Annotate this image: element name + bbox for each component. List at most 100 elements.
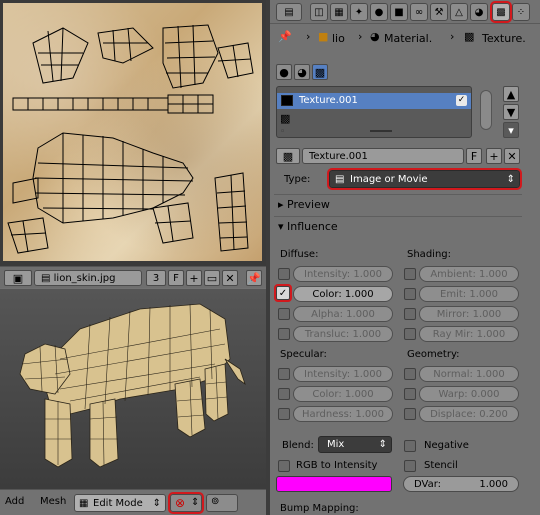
- resize-grip-icon[interactable]: ◦: [280, 127, 285, 137]
- mode-selector[interactable]: ▦ Edit Mode ⇕: [74, 494, 166, 512]
- geometry-displace-field[interactable]: Displace: 0.200: [419, 406, 519, 422]
- image-name-field[interactable]: ▤ lion_skin.jpg: [34, 270, 142, 286]
- editor-type-menu[interactable]: ▤: [276, 3, 302, 21]
- tab-texture[interactable]: ▩: [490, 1, 512, 23]
- scene-icon: ✦: [354, 7, 364, 18]
- other-texture-button[interactable]: ▩: [312, 64, 328, 80]
- menu-mesh[interactable]: Mesh: [40, 496, 66, 507]
- viewport-shading-button[interactable]: ⊗ ⇕: [168, 492, 204, 514]
- diffuse-intensity-checkbox[interactable]: [278, 268, 290, 280]
- mesh-data-icon: △: [455, 7, 463, 18]
- shading-raymir-checkbox[interactable]: [404, 328, 416, 340]
- stencil-checkbox[interactable]: [404, 460, 416, 472]
- shading-raymir-field[interactable]: Ray Mir: 1.000: [419, 326, 519, 342]
- diffuse-transluc-field[interactable]: Transluc: 1.000: [293, 326, 393, 342]
- geometry-normal-checkbox[interactable]: [404, 368, 416, 380]
- shading-ambient-field[interactable]: Ambient: 1.000: [419, 266, 519, 282]
- lion-mesh-model: [19, 303, 246, 468]
- slot-specials-menu[interactable]: ▾: [503, 122, 519, 138]
- image-name-label: lion_skin.jpg: [53, 273, 116, 284]
- list-resize-handle[interactable]: [370, 130, 392, 132]
- field-value: 1.000: [479, 479, 508, 490]
- editor-type-menu[interactable]: ▣: [4, 270, 32, 286]
- geometry-warp-field[interactable]: Warp: 0.000: [419, 386, 519, 402]
- material-texture-button[interactable]: ◕: [294, 64, 310, 80]
- material-icon: ◕: [474, 7, 484, 18]
- world-texture-button[interactable]: ●: [276, 64, 292, 80]
- breadcrumb: 📌 › ■ lio › ◕ Material. › ▩ Texture.: [270, 24, 540, 54]
- geometry-normal-field[interactable]: Normal: 1.000: [419, 366, 519, 382]
- texture-preview-icon: [281, 95, 293, 106]
- specular-intensity-field[interactable]: Intensity: 1.000: [293, 366, 393, 382]
- rgb-to-intensity-checkbox[interactable]: [278, 460, 290, 472]
- open-image-button[interactable]: ▭: [204, 270, 220, 286]
- diffuse-color-checkbox[interactable]: ✓: [274, 284, 292, 302]
- menu-add[interactable]: Add: [5, 496, 24, 507]
- new-image-button[interactable]: +: [186, 270, 202, 286]
- chevron-right-icon: ›: [358, 30, 363, 43]
- move-slot-up-button[interactable]: ▲: [503, 86, 519, 102]
- specular-intensity-checkbox[interactable]: [278, 368, 290, 380]
- shading-mirror-checkbox[interactable]: [404, 308, 416, 320]
- chevron-right-icon: ▸: [278, 198, 284, 211]
- material-icon: ◕: [370, 30, 380, 43]
- texture-browse-button[interactable]: ▩: [276, 148, 300, 164]
- geometry-displace-checkbox[interactable]: [404, 408, 416, 420]
- tab-material[interactable]: ◕: [470, 3, 488, 21]
- diffuse-alpha-field[interactable]: Alpha: 1.000: [293, 306, 393, 322]
- diffuse-color-field[interactable]: Color: 1.000: [293, 286, 393, 302]
- field-label: Transluc:: [304, 329, 350, 340]
- diffuse-intensity-field[interactable]: Intensity: 1.000: [293, 266, 393, 282]
- move-slot-down-button[interactable]: ▼: [503, 104, 519, 120]
- panel-preview-header[interactable]: ▸ Preview: [278, 198, 330, 211]
- texture-type-value: Image or Movie: [350, 174, 428, 185]
- texture-type-dropdown[interactable]: ▤ Image or Movie ⇕: [327, 168, 522, 190]
- unlink-texture-button[interactable]: ✕: [504, 148, 520, 164]
- world-icon: ●: [374, 7, 384, 18]
- shading-mirror-field[interactable]: Mirror: 1.000: [419, 306, 519, 322]
- shading-ambient-checkbox[interactable]: [404, 268, 416, 280]
- camera-icon: ◫: [314, 7, 324, 18]
- tab-particles[interactable]: ⁘: [512, 3, 530, 21]
- breadcrumb-texture: Texture.: [482, 32, 526, 45]
- 3d-viewport[interactable]: [0, 289, 266, 489]
- slot-list-scrollbar[interactable]: [480, 90, 492, 130]
- texture-shading-icon: ⊗: [175, 496, 186, 510]
- specular-color-checkbox[interactable]: [278, 388, 290, 400]
- uv-image-editor[interactable]: [0, 0, 266, 266]
- image-users-count: 3: [146, 270, 166, 286]
- blend-mode-dropdown[interactable]: Mix ⇕: [318, 436, 392, 453]
- negative-checkbox[interactable]: [404, 440, 416, 452]
- diffuse-transluc-checkbox[interactable]: [278, 328, 290, 340]
- slot-enabled-checkbox[interactable]: ✓: [456, 95, 467, 106]
- specular-hardness-checkbox[interactable]: [278, 408, 290, 420]
- tab-render[interactable]: ◫: [310, 3, 328, 21]
- geometry-warp-checkbox[interactable]: [404, 388, 416, 400]
- tab-render-layers[interactable]: ▦: [330, 3, 348, 21]
- pin-button[interactable]: 📌: [246, 270, 262, 286]
- tab-world[interactable]: ●: [370, 3, 388, 21]
- shading-emit-field[interactable]: Emit: 1.000: [419, 286, 519, 302]
- tab-constraints[interactable]: ∞: [410, 3, 428, 21]
- shading-emit-checkbox[interactable]: [404, 288, 416, 300]
- diffuse-alpha-checkbox[interactable]: [278, 308, 290, 320]
- unlink-image-button[interactable]: ✕: [222, 270, 238, 286]
- tab-data[interactable]: △: [450, 3, 468, 21]
- folder-icon: ▭: [206, 272, 218, 285]
- texture-name-field[interactable]: Texture.001: [302, 148, 464, 164]
- dvar-field[interactable]: DVar: 1.000: [403, 476, 519, 492]
- specular-hardness-field[interactable]: Hardness: 1.000: [293, 406, 393, 422]
- tab-scene[interactable]: ✦: [350, 3, 368, 21]
- tab-object[interactable]: ■: [390, 3, 408, 21]
- pivot-point-button[interactable]: ⊚: [206, 494, 238, 512]
- texture-slot-selected[interactable]: Texture.001 ✓: [277, 93, 471, 109]
- blend-color-swatch[interactable]: [276, 476, 392, 492]
- fake-user-button[interactable]: F: [466, 148, 482, 164]
- specular-color-field[interactable]: Color: 1.000: [293, 386, 393, 402]
- tab-modifiers[interactable]: ⚒: [430, 3, 448, 21]
- diffuse-heading: Diffuse:: [280, 249, 319, 260]
- fake-user-button[interactable]: F: [168, 270, 184, 286]
- pin-icon[interactable]: 📌: [278, 30, 292, 43]
- new-texture-button[interactable]: +: [486, 148, 502, 164]
- panel-influence-header[interactable]: ▾ Influence: [278, 220, 338, 233]
